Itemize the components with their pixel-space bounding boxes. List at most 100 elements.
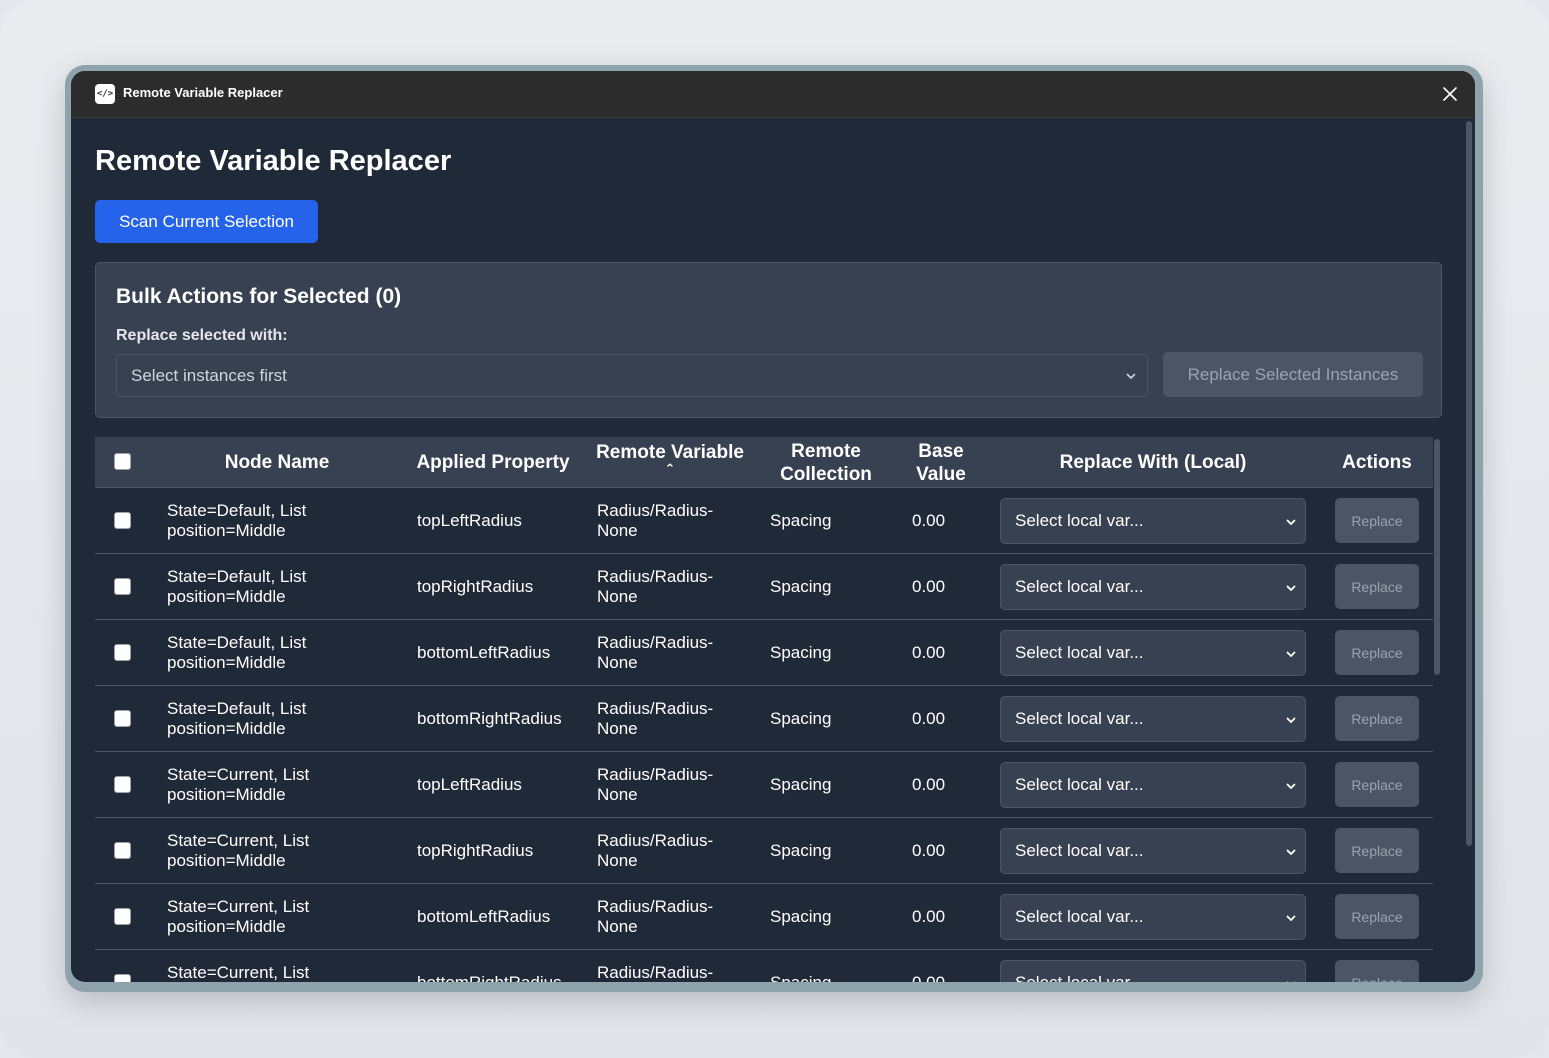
row-checkbox[interactable] — [114, 710, 131, 727]
local-variable-select[interactable]: Select local var... — [1000, 498, 1306, 544]
row-checkbox[interactable] — [114, 512, 131, 529]
node-name-line2: position=Middle — [167, 652, 286, 672]
applied-property-value: bottomLeftRadius — [417, 642, 551, 662]
header-actions[interactable]: Actions — [1325, 437, 1429, 488]
replace-selected-button[interactable]: Replace Selected Instances — [1163, 352, 1423, 397]
local-variable-select-value: Select local var... — [1015, 643, 1144, 662]
header-node-name-label: Node Name — [224, 452, 330, 473]
header-remote-variable[interactable]: Remote Variable ⌃ — [589, 437, 751, 488]
bulk-replace-select[interactable]: Select instances first — [116, 354, 1148, 397]
local-variable-select[interactable]: Select local var... — [1000, 564, 1306, 610]
header-actions-label: Actions — [1342, 452, 1412, 473]
remote-variable-line1: Radius/Radius- — [597, 896, 714, 916]
local-variable-select-value: Select local var... — [1015, 511, 1144, 530]
remote-collection-value: Spacing — [770, 708, 832, 728]
row-checkbox[interactable] — [114, 974, 131, 982]
row-checkbox[interactable] — [114, 578, 131, 595]
node-name-cell: State=Current, List position=Middle — [167, 950, 397, 982]
local-variable-select[interactable]: Select local var... — [1000, 828, 1306, 874]
header-base-value-line2: Value — [916, 463, 966, 485]
replace-button[interactable]: Replace — [1335, 696, 1419, 741]
header-replace-with[interactable]: Replace With (Local) — [991, 437, 1315, 488]
row-checkbox[interactable] — [114, 842, 131, 859]
scan-selection-button[interactable]: Scan Current Selection — [95, 200, 318, 243]
base-value: 0.00 — [912, 906, 946, 926]
close-button[interactable] — [1441, 85, 1459, 103]
remote-variable-line1: Radius/Radius- — [597, 566, 714, 586]
replace-button[interactable]: Replace — [1335, 960, 1419, 982]
node-name-cell: State=Current, List position=Middle — [167, 884, 397, 949]
replace-button[interactable]: Replace — [1335, 762, 1419, 807]
table-header: Node Name Applied Property Remote Variab… — [95, 437, 1433, 488]
remote-collection-cell: Spacing — [770, 488, 890, 553]
header-node-name[interactable]: Node Name — [157, 437, 397, 488]
remote-variable-cell: Radius/Radius- None — [597, 818, 757, 883]
chevron-down-icon — [1286, 915, 1296, 921]
applied-property-cell: bottomRightRadius — [417, 686, 587, 751]
local-variable-select[interactable]: Select local var... — [1000, 630, 1306, 676]
local-variable-select-value: Select local var... — [1015, 577, 1144, 596]
close-icon — [1443, 87, 1457, 101]
base-value-cell: 0.00 — [912, 818, 982, 883]
remote-variable-line1: Radius/Radius- — [597, 830, 714, 850]
table-row: State=Default, List position=Middle bott… — [95, 686, 1433, 752]
base-value-cell: 0.00 — [912, 554, 982, 619]
row-checkbox[interactable] — [114, 908, 131, 925]
node-name-cell: State=Default, List position=Middle — [167, 488, 397, 553]
local-variable-select[interactable]: Select local var... — [1000, 894, 1306, 940]
page-scrollbar-thumb[interactable] — [1466, 121, 1472, 846]
replace-button[interactable]: Replace — [1335, 564, 1419, 609]
select-all-checkbox[interactable] — [114, 453, 131, 470]
local-variable-select[interactable]: Select local var... — [1000, 960, 1306, 982]
remote-variable-cell: Radius/Radius- None — [597, 620, 757, 685]
remote-collection-value: Spacing — [770, 972, 832, 983]
replace-button[interactable]: Replace — [1335, 630, 1419, 675]
remote-variable-cell: Radius/Radius- None — [597, 950, 757, 982]
table-row: State=Current, List position=Middle topR… — [95, 818, 1433, 884]
applied-property-value: topRightRadius — [417, 840, 534, 860]
remote-collection-cell: Spacing — [770, 818, 890, 883]
local-variable-select-value: Select local var... — [1015, 709, 1144, 728]
base-value: 0.00 — [912, 840, 946, 860]
chevron-down-icon — [1286, 717, 1296, 723]
row-checkbox[interactable] — [114, 776, 131, 793]
bulk-select-value: Select instances first — [131, 365, 287, 385]
local-variable-select[interactable]: Select local var... — [1000, 696, 1306, 742]
replace-button[interactable]: Replace — [1335, 498, 1419, 543]
remote-variable-line2: None — [597, 850, 638, 870]
sort-ascending-icon: ⌃ — [664, 461, 676, 476]
row-checkbox[interactable] — [114, 644, 131, 661]
plugin-content: Remote Variable Replacer Scan Current Se… — [71, 119, 1475, 982]
header-remote-collection[interactable]: Remote Collection — [761, 437, 891, 488]
node-name-cell: State=Default, List position=Middle — [167, 686, 397, 751]
node-name-cell: State=Current, List position=Middle — [167, 752, 397, 817]
remote-collection-cell: Spacing — [770, 686, 890, 751]
applied-property-cell: topLeftRadius — [417, 488, 587, 553]
replace-button[interactable]: Replace — [1335, 828, 1419, 873]
applied-property-cell: topRightRadius — [417, 554, 587, 619]
page-title: Remote Variable Replacer — [95, 145, 452, 177]
title-bar[interactable]: </> Remote Variable Replacer — [71, 71, 1475, 118]
node-name-line1: State=Default, List — [167, 566, 307, 586]
table-row: State=Default, List position=Middle topR… — [95, 554, 1433, 620]
header-base-value[interactable]: Base Value — [901, 437, 981, 488]
table-scrollbar-thumb[interactable] — [1434, 439, 1440, 675]
header-remote-collection-line1: Remote — [791, 440, 861, 462]
node-name-line2: position=Middle — [167, 916, 286, 936]
node-name-cell: State=Current, List position=Middle — [167, 818, 397, 883]
remote-variable-line1: Radius/Radius- — [597, 962, 714, 982]
bulk-replace-label: Replace selected with: — [116, 327, 288, 344]
node-name-line2: position=Middle — [167, 586, 286, 606]
header-applied-property[interactable]: Applied Property — [407, 437, 579, 488]
remote-variable-line2: None — [597, 916, 638, 936]
node-name-line2: position=Middle — [167, 784, 286, 804]
bulk-actions-panel: Bulk Actions for Selected (0) Replace se… — [95, 262, 1442, 418]
header-applied-property-label: Applied Property — [416, 452, 570, 473]
base-value-cell: 0.00 — [912, 752, 982, 817]
base-value-cell: 0.00 — [912, 488, 982, 553]
node-name-line1: State=Current, List — [167, 764, 310, 784]
chevron-down-icon — [1286, 783, 1296, 789]
replace-button[interactable]: Replace — [1335, 894, 1419, 939]
local-variable-select[interactable]: Select local var... — [1000, 762, 1306, 808]
window-title: Remote Variable Replacer — [123, 85, 283, 100]
